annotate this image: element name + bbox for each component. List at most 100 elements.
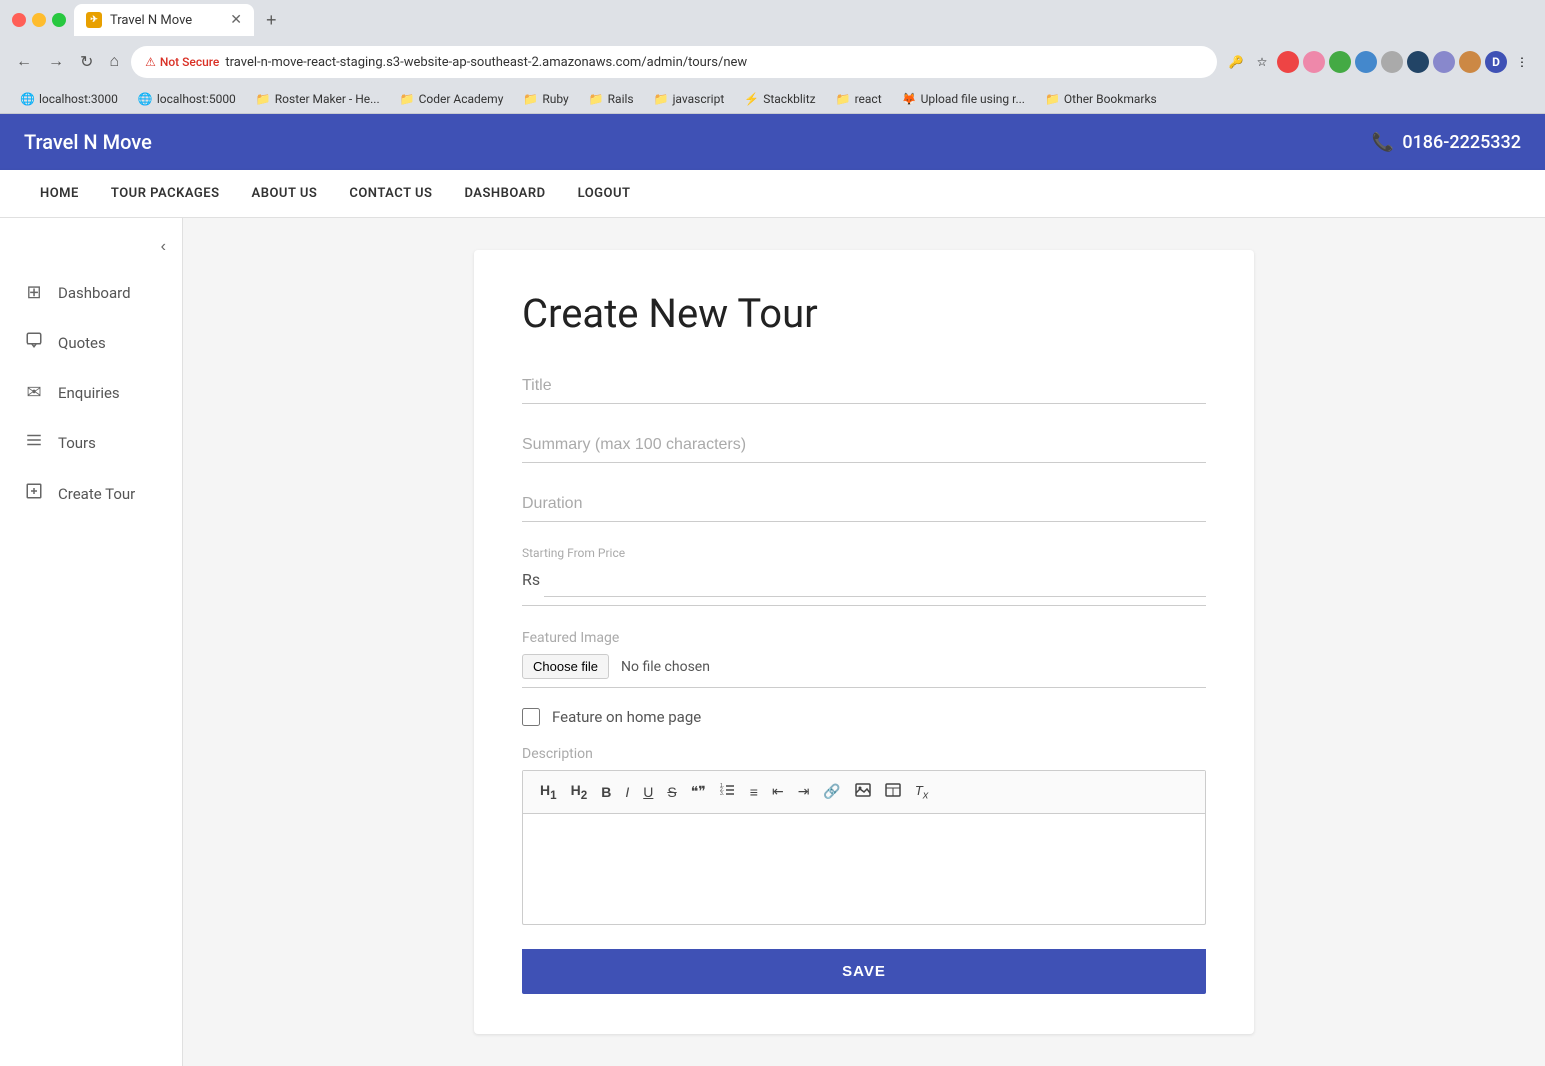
editor-blockquote-button[interactable]: ❝❞: [686, 780, 711, 803]
quotes-icon: [24, 331, 44, 354]
browser-tab[interactable]: ✈ Travel N Move ✕: [74, 4, 254, 36]
sidebar-item-tours[interactable]: Tours: [0, 417, 182, 468]
editor-unordered-list-button[interactable]: ≡: [745, 781, 763, 803]
extension-icon-8[interactable]: [1459, 51, 1481, 73]
reload-button[interactable]: ↻: [76, 48, 97, 76]
extension-icon-7[interactable]: [1433, 51, 1455, 73]
editor-underline-button[interactable]: U: [638, 781, 658, 803]
extension-icon-1[interactable]: [1277, 51, 1299, 73]
bookmark-upload[interactable]: 🦊 Upload file using r...: [894, 90, 1033, 108]
description-editor[interactable]: [523, 814, 1205, 924]
extension-icon-5[interactable]: [1381, 51, 1403, 73]
nav-contact-us[interactable]: CONTACT US: [333, 170, 448, 218]
editor-indent-more-button[interactable]: ⇥: [793, 780, 815, 803]
editor-italic-button[interactable]: I: [620, 781, 634, 803]
editor-h1-button[interactable]: H1: [535, 779, 562, 805]
extension-icon-4[interactable]: [1355, 51, 1377, 73]
sidebar-toggle-area: ‹: [0, 234, 182, 268]
app-header: Travel N Move 📞 0186-2225332: [0, 114, 1545, 170]
extension-icon-6[interactable]: [1407, 51, 1429, 73]
bookmark-ruby[interactable]: 📁 Ruby: [515, 90, 576, 108]
sidebar-item-enquiries[interactable]: ✉ Enquiries: [0, 368, 182, 417]
phone-text: 0186-2225332: [1402, 132, 1521, 153]
not-secure-label: Not Secure: [160, 55, 220, 69]
bookmark-label: javascript: [673, 92, 725, 106]
editor-link-button[interactable]: 🔗: [818, 780, 845, 803]
bookmark-stackblitz[interactable]: ⚡ Stackblitz: [736, 90, 823, 108]
key-icon[interactable]: 🔑: [1225, 51, 1247, 73]
sidebar-item-dashboard[interactable]: ⊞ Dashboard: [0, 268, 182, 317]
feature-checkbox-row: Feature on home page: [522, 708, 1206, 726]
bookmark-label: localhost:5000: [157, 92, 236, 106]
close-dot[interactable]: [12, 13, 26, 27]
menu-icon[interactable]: ⋮: [1511, 51, 1533, 73]
nav-tour-packages[interactable]: TOUR PACKAGES: [95, 170, 236, 218]
home-button[interactable]: ⌂: [105, 49, 123, 75]
app-title: Travel N Move: [24, 130, 152, 154]
bookmark-folder-icon: 📁: [589, 92, 604, 106]
bookmark-folder-icon: 📁: [400, 92, 415, 106]
editor-h2-button[interactable]: H2: [566, 779, 593, 805]
extension-icon-2[interactable]: [1303, 51, 1325, 73]
star-icon[interactable]: ☆: [1251, 51, 1273, 73]
dashboard-icon: ⊞: [24, 282, 44, 303]
profile-icon[interactable]: D: [1485, 51, 1507, 73]
editor-table-button[interactable]: [880, 780, 906, 803]
main-content: Create New Tour Starting From Price: [183, 218, 1545, 1066]
price-field: Starting From Price Rs: [522, 546, 1206, 606]
editor-strikethrough-button[interactable]: S: [662, 781, 681, 803]
minimize-dot[interactable]: [32, 13, 46, 27]
tab-close-button[interactable]: ✕: [230, 12, 242, 28]
extension-icon-3[interactable]: [1329, 51, 1351, 73]
price-input[interactable]: [544, 562, 1206, 597]
sidebar-item-create-tour[interactable]: Create Tour: [0, 468, 182, 519]
bookmark-roster-maker[interactable]: 📁 Roster Maker - He...: [248, 90, 388, 108]
phone-number: 📞 0186-2225332: [1372, 132, 1521, 153]
bookmark-icon: 🦊: [902, 92, 917, 106]
duration-field: [522, 487, 1206, 522]
editor-clear-format-button[interactable]: Tx: [910, 780, 933, 805]
maximize-dot[interactable]: [52, 13, 66, 27]
editor-bold-button[interactable]: B: [596, 781, 616, 803]
editor-image-button[interactable]: [850, 780, 876, 803]
editor-toolbar: H1 H2 B I U S ❝❞ 1.2.3. ≡ ⇤: [523, 771, 1205, 814]
bookmark-label: localhost:3000: [39, 92, 118, 106]
back-button[interactable]: ←: [12, 49, 36, 75]
bookmark-folder-icon: 📁: [836, 92, 851, 106]
description-section: Description H1 H2 B I U S ❝❞ 1.2.3.: [522, 746, 1206, 925]
forward-button[interactable]: →: [44, 49, 68, 75]
nav-about-us[interactable]: ABOUT US: [236, 170, 334, 218]
bookmark-localhost-3000[interactable]: 🌐 localhost:3000: [12, 90, 126, 108]
bookmark-icon: 🌐: [20, 92, 35, 106]
create-tour-icon: [24, 482, 44, 505]
bookmark-coder-academy[interactable]: 📁 Coder Academy: [392, 90, 512, 108]
duration-input[interactable]: [522, 487, 1206, 522]
bookmark-react[interactable]: 📁 react: [828, 90, 890, 108]
enquiries-icon: ✉: [24, 382, 44, 403]
phone-icon: 📞: [1372, 132, 1394, 153]
feature-checkbox-label[interactable]: Feature on home page: [552, 708, 701, 726]
summary-input[interactable]: [522, 428, 1206, 463]
nav-home[interactable]: HOME: [24, 170, 95, 218]
save-button[interactable]: SAVE: [522, 949, 1206, 994]
tours-icon: [24, 431, 44, 454]
tab-favicon: ✈: [86, 12, 102, 28]
editor-indent-less-button[interactable]: ⇤: [767, 780, 789, 803]
bookmark-javascript[interactable]: 📁 javascript: [646, 90, 733, 108]
title-input[interactable]: [522, 369, 1206, 404]
url-text: travel-n-move-react-staging.s3-website-a…: [225, 55, 747, 70]
nav-dashboard[interactable]: DASHBOARD: [448, 170, 561, 218]
sidebar-item-quotes[interactable]: Quotes: [0, 317, 182, 368]
bookmark-other[interactable]: 📁 Other Bookmarks: [1037, 90, 1165, 108]
feature-checkbox[interactable]: [522, 708, 540, 726]
sidebar-collapse-button[interactable]: ‹: [161, 238, 166, 256]
sidebar: ‹ ⊞ Dashboard Quotes ✉ Enquiries Tours: [0, 218, 183, 1066]
new-tab-button[interactable]: +: [262, 10, 281, 31]
nav-logout[interactable]: LOGOUT: [562, 170, 647, 218]
choose-file-button[interactable]: Choose file: [522, 654, 609, 679]
editor-ordered-list-button[interactable]: 1.2.3.: [715, 780, 741, 803]
bookmark-rails[interactable]: 📁 Rails: [581, 90, 642, 108]
address-bar[interactable]: ⚠ Not Secure travel-n-move-react-staging…: [131, 46, 1217, 78]
bookmark-localhost-5000[interactable]: 🌐 localhost:5000: [130, 90, 244, 108]
tab-title: Travel N Move: [110, 13, 192, 28]
